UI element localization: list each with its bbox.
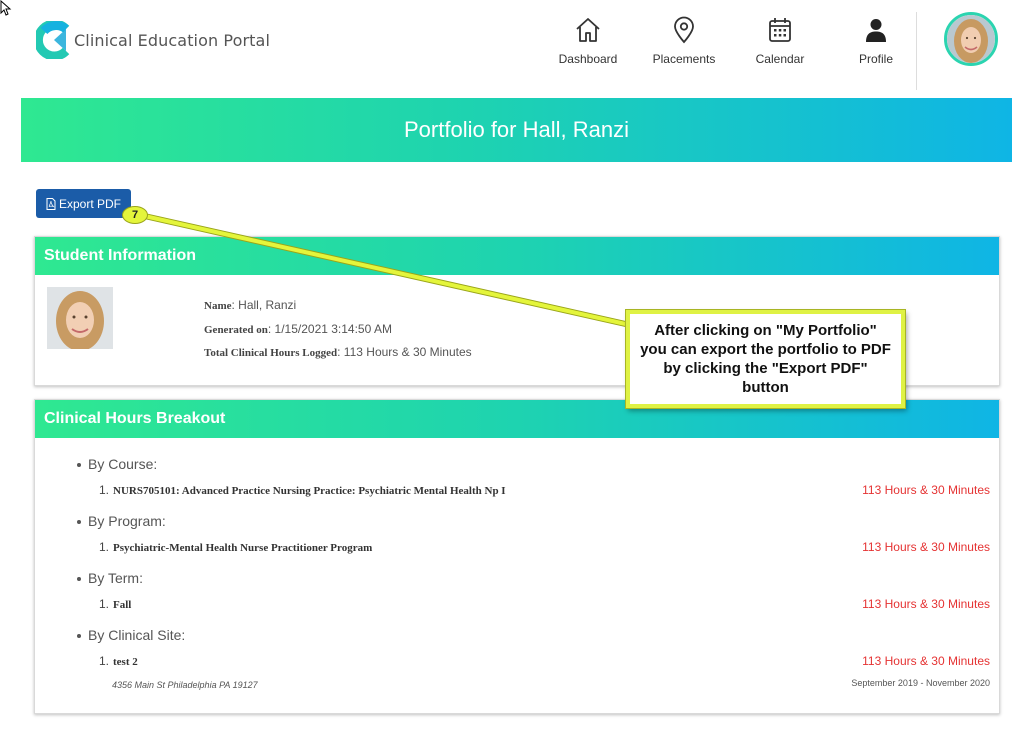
nav-dashboard-label: Dashboard xyxy=(558,52,618,66)
list-number: 1. xyxy=(99,654,110,668)
group-label: By Term: xyxy=(88,570,143,586)
page-title-banner: Portfolio for Hall, Ranzi xyxy=(21,98,1012,162)
list-item: 1. Psychiatric-Mental Health Nurse Practi… xyxy=(99,540,372,554)
student-name-row: Name: Hall, Ranzi xyxy=(204,298,296,312)
list-number: 1. xyxy=(99,540,110,554)
group-by-term: By Term: xyxy=(77,570,143,586)
annotation-callout-text: After clicking on "My Portfolio" you can… xyxy=(640,322,891,396)
site-address: 4356 Main St Philadelphia PA 19127 xyxy=(112,680,258,690)
home-icon xyxy=(576,18,600,42)
nav-profile-label: Profile xyxy=(858,52,893,66)
export-pdf-label: Export PDF xyxy=(58,196,121,211)
generated-on-row: Generated on: 1/15/2021 3:14:50 AM xyxy=(204,322,392,336)
total-hours-row: Total Clinical Hours Logged: 113 Hours &… xyxy=(204,345,472,359)
location-pin-icon xyxy=(674,16,694,44)
total-hours-value: : 113 Hours & 30 Minutes xyxy=(337,345,472,359)
site-name: test 2 xyxy=(113,656,138,668)
nav-dashboard[interactable]: Dashboard xyxy=(540,16,636,66)
app-title: Clinical Education Portal xyxy=(74,30,270,50)
program-name: Psychiatric-Mental Health Nurse Practiti… xyxy=(113,542,373,554)
student-name: : Hall, Ranzi xyxy=(231,298,297,312)
person-icon xyxy=(866,19,886,42)
main-nav: Dashboard Placements Calendar Profile xyxy=(540,16,924,66)
page-title: Portfolio for Hall, Ranzi xyxy=(404,117,629,142)
bullet-icon xyxy=(77,520,81,525)
list-number: 1. xyxy=(99,597,110,611)
nav-calendar-label: Calendar xyxy=(755,52,805,66)
top-header: Clinical Education Portal Dashboard Plac… xyxy=(0,0,1024,92)
step-number-badge: 7 xyxy=(122,206,148,224)
student-name-label: Name xyxy=(204,300,232,312)
mouse-cursor-icon xyxy=(0,0,12,16)
logo-mark-icon xyxy=(36,21,70,59)
generated-on-value: : 1/15/2021 3:14:50 AM xyxy=(267,322,392,336)
group-label: By Course: xyxy=(88,456,158,472)
calendar-icon xyxy=(769,18,791,42)
nav-placements[interactable]: Placements xyxy=(636,16,732,66)
term-name: Fall xyxy=(113,599,132,611)
list-item: 1. NURS705101: Advanced Practice Nursing … xyxy=(99,483,506,497)
group-by-clinical-site: By Clinical Site: xyxy=(77,627,185,643)
course-hours: 113 Hours & 30 Minutes xyxy=(862,483,990,497)
student-photo xyxy=(47,287,113,349)
group-by-program: By Program: xyxy=(77,513,166,529)
nav-profile[interactable]: Profile xyxy=(828,16,924,66)
site-hours: 113 Hours & 30 Minutes xyxy=(862,654,990,668)
bullet-icon xyxy=(77,577,81,582)
student-photo-icon xyxy=(47,287,113,349)
list-item: 1. Fall xyxy=(99,597,131,611)
avatar-photo-icon xyxy=(947,15,995,63)
site-dates: September 2019 - November 2020 xyxy=(851,678,990,688)
bullet-icon xyxy=(77,634,81,639)
course-name: NURS705101: Advanced Practice Nursing Pr… xyxy=(113,485,506,497)
list-item: 1. test 2 xyxy=(99,654,138,668)
nav-divider xyxy=(916,12,917,90)
pdf-file-icon xyxy=(46,197,56,210)
list-number: 1. xyxy=(99,483,110,497)
generated-on-label: Generated on xyxy=(204,324,268,336)
app-logo[interactable]: Clinical Education Portal xyxy=(36,21,270,59)
group-label: By Program: xyxy=(88,513,166,529)
term-hours: 113 Hours & 30 Minutes xyxy=(862,597,990,611)
user-avatar[interactable] xyxy=(944,12,998,66)
annotation-callout: After clicking on "My Portfolio" you can… xyxy=(626,310,905,408)
export-pdf-button[interactable]: Export PDF xyxy=(36,189,131,218)
nav-placements-label: Placements xyxy=(652,52,716,66)
group-by-course: By Course: xyxy=(77,456,157,472)
bullet-icon xyxy=(77,463,81,468)
clinical-hours-breakout-card: Clinical Hours Breakout By Course: 1. NUR… xyxy=(34,399,1000,714)
program-hours: 113 Hours & 30 Minutes xyxy=(862,540,990,554)
group-label: By Clinical Site: xyxy=(88,627,186,643)
nav-calendar[interactable]: Calendar xyxy=(732,16,828,66)
student-information-heading: Student Information xyxy=(35,237,999,275)
total-hours-label: Total Clinical Hours Logged xyxy=(204,347,338,359)
